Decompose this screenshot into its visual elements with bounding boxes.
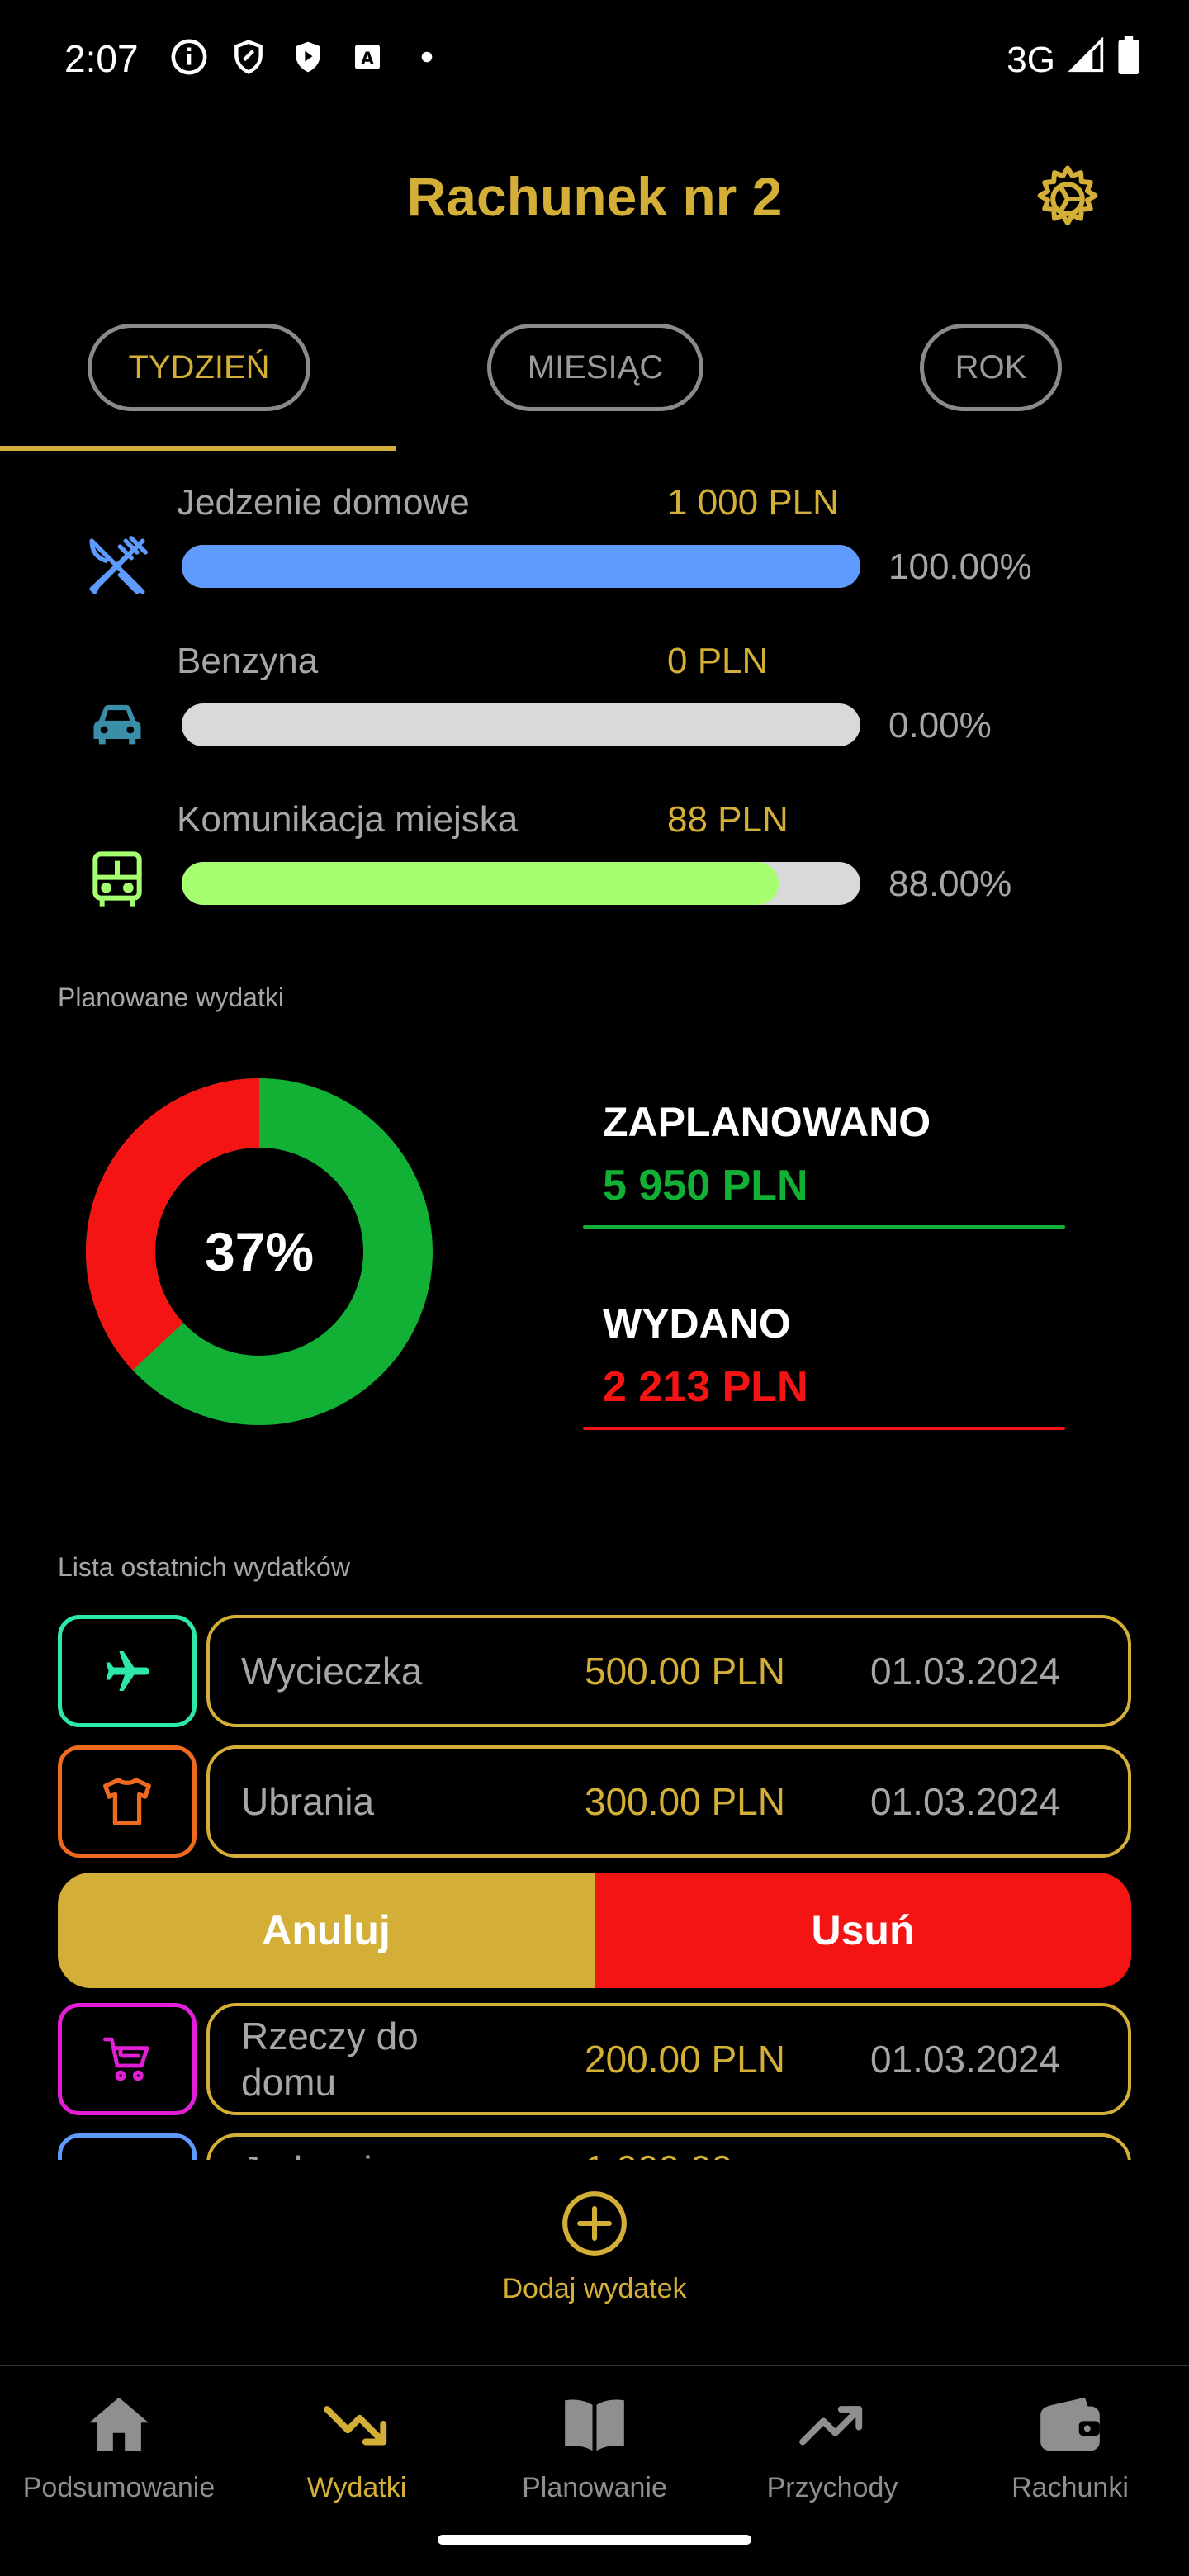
plane-icon[interactable] — [58, 1615, 197, 1727]
status-time: 2:07 — [64, 37, 139, 80]
status-right: 3G — [1007, 36, 1139, 83]
battery-icon — [1118, 36, 1139, 83]
trend-up-icon — [793, 2384, 872, 2464]
delete-confirmation: Anuluj Usuń — [58, 1873, 1131, 1988]
category-percent: 0.00% — [888, 705, 992, 746]
expense-date: 01.03.2024 — [870, 1650, 1061, 1693]
bottom-navigation: Podsumowanie Wydatki Planowanie Przychod… — [0, 2366, 1189, 2548]
car-icon — [79, 685, 155, 761]
book-icon — [555, 2384, 634, 2464]
nav-label: Rachunki — [1011, 2472, 1129, 2503]
expense-name: Ubrania — [241, 1780, 375, 1823]
page-title: Rachunek nr 2 — [406, 166, 783, 227]
planned-value: 5 950 PLN — [603, 1162, 808, 1210]
category-progress-bar — [182, 703, 860, 746]
expense-name: Rzeczy do domu — [241, 2015, 419, 2105]
status-notification-icons: A — [170, 38, 446, 76]
wallet-icon — [1030, 2384, 1110, 2464]
expense-amount: 1 000.00 — [585, 2147, 732, 2160]
svg-text:A: A — [361, 48, 374, 68]
gear-icon[interactable] — [1030, 162, 1105, 236]
expense-row[interactable]: Jedzenie 1 000.00 — [206, 2133, 1131, 2160]
expense-name: Jedzenie — [241, 2147, 448, 2160]
category-progress-bar — [182, 862, 860, 905]
tab-month[interactable]: MIESIĄC — [487, 324, 703, 411]
planned-section-label: Planowane wydatki — [58, 983, 284, 1012]
signal-icon — [1068, 36, 1105, 83]
category-percent: 88.00% — [888, 864, 1012, 904]
nav-label: Wydatki — [306, 2472, 407, 2503]
nav-item-income[interactable]: Przychody — [713, 2366, 951, 2548]
expense-date: 01.03.2024 — [870, 2038, 1061, 2081]
nav-label: Planowanie — [522, 2472, 667, 2503]
nav-item-summary[interactable]: Podsumowanie — [0, 2366, 238, 2548]
spent-underline — [583, 1427, 1065, 1430]
expense-name: Wycieczka — [241, 1650, 423, 1693]
network-type: 3G — [1007, 39, 1055, 80]
shirt-icon[interactable] — [58, 1745, 197, 1858]
info-icon — [170, 38, 208, 76]
category-label: Benzyna — [177, 641, 319, 681]
category-percent: 100.00% — [888, 547, 1032, 587]
nav-item-expenses[interactable]: Wydatki — [238, 2366, 476, 2548]
planned-title: ZAPLANOWANO — [603, 1099, 931, 1145]
category-progress-fill — [182, 545, 860, 588]
add-expense-label: Dodaj wydatek — [502, 2273, 687, 2304]
nav-item-accounts[interactable]: Rachunki — [951, 2366, 1189, 2548]
spent-title: WYDANO — [603, 1300, 791, 1347]
utensils-icon — [79, 528, 155, 604]
category-progress-fill — [182, 862, 779, 905]
planned-underline — [583, 1225, 1065, 1229]
add-expense-button[interactable]: Dodaj wydatek — [462, 2188, 727, 2337]
category-amount: 0 PLN — [667, 641, 769, 681]
expense-amount: 300.00 PLN — [585, 1780, 785, 1823]
tab-week[interactable]: TYDZIEŃ — [88, 324, 310, 411]
category-label: Komunikacja miejska — [177, 799, 519, 840]
active-tab-indicator — [0, 446, 396, 451]
expense-row[interactable]: Wycieczka 500.00 PLN 01.03.2024 — [206, 1615, 1131, 1727]
cancel-button[interactable]: Anuluj — [58, 1873, 594, 1988]
nav-label: Podsumowanie — [22, 2472, 216, 2503]
category-amount: 1 000 PLN — [667, 482, 839, 523]
home-indicator[interactable] — [438, 2535, 751, 2545]
category-amount: 88 PLN — [667, 799, 789, 840]
expense-row[interactable]: Rzeczy do domu 200.00 PLN 01.03.2024 — [206, 2003, 1131, 2115]
utensils-icon[interactable] — [58, 2133, 197, 2160]
expense-list[interactable]: Wycieczka 500.00 PLN 01.03.2024 Ubrania … — [0, 1610, 1189, 2160]
category-progress-bar — [182, 545, 860, 588]
expense-row[interactable]: Ubrania 300.00 PLN 01.03.2024 — [206, 1745, 1131, 1858]
shield-icon — [230, 38, 268, 76]
font-icon: A — [348, 38, 386, 76]
bus-icon — [79, 842, 155, 918]
trend-down-icon — [317, 2384, 396, 2464]
expense-date: 01.03.2024 — [870, 1780, 1061, 1823]
expense-amount: 500.00 PLN — [585, 1650, 785, 1693]
category-label: Jedzenie domowe — [177, 482, 470, 523]
play-protect-icon — [289, 38, 327, 76]
donut-percent-label: 37% — [204, 1221, 315, 1282]
home-icon — [79, 2384, 159, 2464]
expense-amount: 200.00 PLN — [585, 2038, 785, 2081]
tab-year[interactable]: ROK — [920, 324, 1062, 411]
dot-icon — [408, 38, 446, 76]
nav-item-planning[interactable]: Planowanie — [476, 2366, 713, 2548]
spent-value: 2 213 PLN — [603, 1363, 808, 1411]
plus-circle-icon — [559, 2188, 630, 2263]
cart-icon[interactable] — [58, 2003, 197, 2115]
delete-button[interactable]: Usuń — [594, 1873, 1131, 1988]
nav-label: Przychody — [766, 2472, 898, 2503]
expense-list-label: Lista ostatnich wydatków — [58, 1552, 350, 1582]
